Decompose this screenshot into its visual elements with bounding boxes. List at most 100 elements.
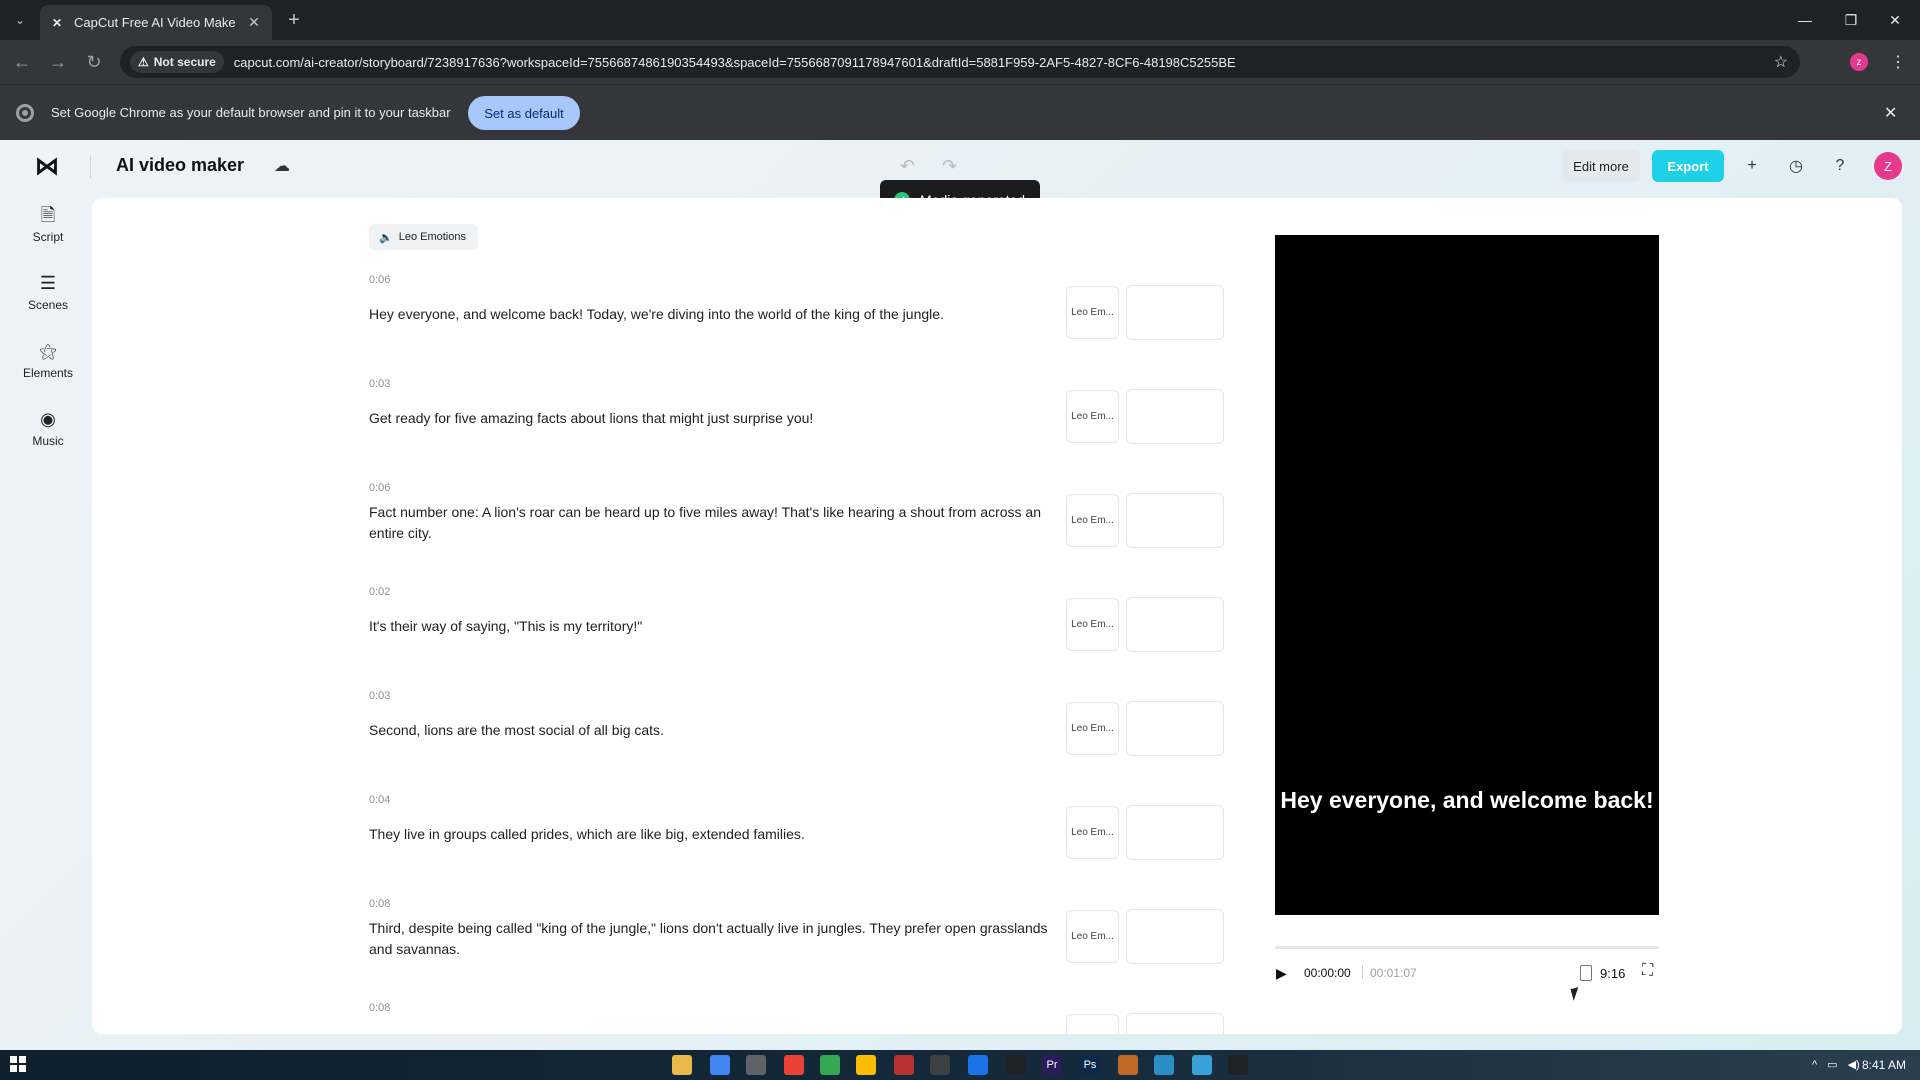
scene-voice-button[interactable]: Leo Em... (1066, 910, 1119, 963)
edit-more-button[interactable]: Edit more (1562, 150, 1640, 182)
chrome-profile-icon[interactable] (784, 1055, 804, 1075)
rail-label: Elements (22, 366, 74, 380)
scene-thumbnail[interactable] (1126, 909, 1224, 964)
network-icon[interactable]: ▭ (1827, 1058, 1837, 1071)
back-icon[interactable]: ← (8, 48, 36, 76)
scene-voice-button[interactable]: Leo Em... (1066, 806, 1119, 859)
browser-toolbar: ← → ↻ ⚠ Not secure capcut.com/ai-creator… (0, 40, 1920, 84)
undo-icon[interactable]: ↶ (900, 156, 915, 177)
history-icon[interactable]: ◷ (1784, 154, 1808, 178)
rail-item-elements[interactable]: ⚝ Elements (0, 342, 96, 398)
help-icon[interactable]: ? (1828, 154, 1852, 178)
fullscreen-icon[interactable]: ⛶ (1642, 962, 1653, 980)
browser-tab[interactable]: ✕ CapCut Free AI Video Maker | S ✕ (40, 5, 272, 40)
photoshop-icon[interactable]: Ps (1080, 1055, 1100, 1075)
scene-thumbnail[interactable] (1126, 493, 1224, 548)
scene-thumbnail[interactable] (1126, 805, 1224, 860)
rail-item-music[interactable]: ◉ Music (0, 410, 96, 466)
infobar-message: Set Google Chrome as your default browse… (51, 105, 451, 120)
chrome-icon[interactable] (710, 1055, 730, 1075)
rail-item-script[interactable]: 🗎 Script (0, 206, 96, 262)
voice-chip-label: Leo Emotions (398, 231, 466, 243)
forward-icon[interactable]: → (44, 48, 72, 76)
scene-script-text[interactable]: Get ready for five amazing facts about l… (369, 408, 1049, 429)
close-tab-icon[interactable]: ✕ (246, 14, 262, 31)
play-icon[interactable]: ▶ (1276, 965, 1287, 982)
user-avatar[interactable]: Z (1874, 152, 1902, 180)
app-icon[interactable] (1192, 1055, 1212, 1075)
close-infobar-icon[interactable]: ✕ (1884, 103, 1897, 123)
capcut-logo-icon[interactable]: ⋈ (34, 153, 60, 180)
browser-tabstrip: ⌄ ✕ CapCut Free AI Video Maker | S ✕ + —… (0, 0, 1920, 40)
scene-script-text[interactable]: Hey everyone, and welcome back! Today, w… (369, 304, 1049, 325)
close-window-icon[interactable]: ✕ (1880, 6, 1910, 34)
add-icon[interactable]: + (1740, 154, 1764, 178)
app-store-icon[interactable] (1154, 1055, 1174, 1075)
blender-icon[interactable] (1118, 1055, 1138, 1075)
reload-icon[interactable]: ↻ (80, 48, 108, 76)
app-icon[interactable] (894, 1055, 914, 1075)
calendar-icon[interactable] (746, 1055, 766, 1075)
tray-chevron-icon[interactable]: ^ (1812, 1059, 1817, 1071)
obs-icon[interactable] (930, 1055, 950, 1075)
premiere-icon[interactable]: Pr (1042, 1055, 1062, 1075)
capcut-taskbar-icon[interactable] (1006, 1055, 1026, 1075)
scene-script-text[interactable]: Second, lions are the most social of all… (369, 720, 1049, 741)
scene-script-text[interactable]: Third, despite being called "king of the… (369, 918, 1049, 960)
playback-progress-bar[interactable] (1275, 946, 1659, 949)
scene-thumbnail[interactable] (1126, 389, 1224, 444)
new-tab-icon[interactable]: + (282, 8, 306, 32)
set-as-default-button[interactable]: Set as default (468, 96, 580, 130)
voice-icon: 🔈 (379, 231, 393, 244)
volume-icon[interactable]: ◀) (1848, 1058, 1860, 1071)
aspect-ratio-icon[interactable] (1580, 965, 1592, 981)
video-preview[interactable]: Hey everyone, and welcome back! (1275, 235, 1659, 915)
profile-avatar[interactable]: z (1850, 53, 1868, 71)
system-tray[interactable]: ^ ▭ ◀) (1812, 1058, 1860, 1072)
windows-start-icon[interactable] (10, 1056, 26, 1072)
scene-script-text[interactable]: They live in groups called prides, which… (369, 824, 1049, 845)
security-label: Not secure (153, 55, 216, 69)
export-button[interactable]: Export (1652, 150, 1724, 182)
redo-icon[interactable]: ↷ (942, 156, 957, 177)
scene-voice-button[interactable]: Leo Em... (1066, 390, 1119, 443)
restore-icon[interactable]: ❐ (1836, 6, 1866, 34)
capcut-favicon-icon: ✕ (51, 15, 63, 30)
scene-voice-button[interactable]: Leo Em... (1066, 702, 1119, 755)
tab-search-icon[interactable]: ⌄ (8, 8, 32, 32)
scene-thumbnail[interactable] (1126, 285, 1224, 340)
capcut-desktop-icon[interactable] (1228, 1055, 1248, 1075)
scene-duration: 0:06 (369, 482, 391, 494)
aspect-ratio-label[interactable]: 9:16 (1600, 966, 1625, 981)
scene-thumbnail[interactable] (1126, 597, 1224, 652)
chrome-logo-icon (16, 104, 34, 122)
file-explorer-icon[interactable] (672, 1055, 692, 1075)
scene-duration: 0:08 (369, 898, 391, 910)
scene-script-text[interactable]: It's their way of saying, "This is my te… (369, 616, 1049, 637)
scene-voice-button[interactable]: Leo Em... (1066, 598, 1119, 651)
scene-voice-button[interactable]: Leo Em... (1066, 494, 1119, 547)
cloud-save-icon[interactable]: ☁ (274, 156, 290, 176)
scene-duration: 0:06 (369, 274, 391, 286)
address-bar[interactable]: ⚠ Not secure capcut.com/ai-creator/story… (120, 46, 1800, 78)
scene-duration: 0:02 (369, 586, 391, 598)
tab-title: CapCut Free AI Video Maker | S (74, 15, 236, 30)
minimize-icon[interactable]: — (1790, 6, 1820, 34)
bookmark-star-icon[interactable]: ☆ (1774, 52, 1788, 72)
security-chip[interactable]: ⚠ Not secure (130, 51, 224, 73)
voice-chip[interactable]: 🔈 Leo Emotions (369, 224, 478, 250)
scene-voice-button[interactable]: Leo Em... (1066, 286, 1119, 339)
tool-icon[interactable] (968, 1055, 988, 1075)
rail-item-scenes[interactable]: ☰ Scenes (0, 274, 96, 330)
photos-icon[interactable] (856, 1055, 876, 1075)
chrome-alt-icon[interactable] (820, 1055, 840, 1075)
scene-script-text[interactable]: Fact number one: A lion's roar can be he… (369, 502, 1049, 544)
scene-thumbnail[interactable] (1126, 1013, 1224, 1034)
current-time: 00:00:00 (1304, 966, 1351, 980)
more-menu-icon[interactable]: ⋮ (1890, 52, 1906, 72)
rail-label: Music (32, 434, 64, 448)
scene-thumbnail[interactable] (1126, 701, 1224, 756)
scene-voice-button[interactable] (1066, 1014, 1119, 1034)
url-text[interactable]: capcut.com/ai-creator/storyboard/7238917… (234, 55, 1790, 70)
taskbar-clock[interactable]: 8:41 AM (1862, 1058, 1906, 1072)
